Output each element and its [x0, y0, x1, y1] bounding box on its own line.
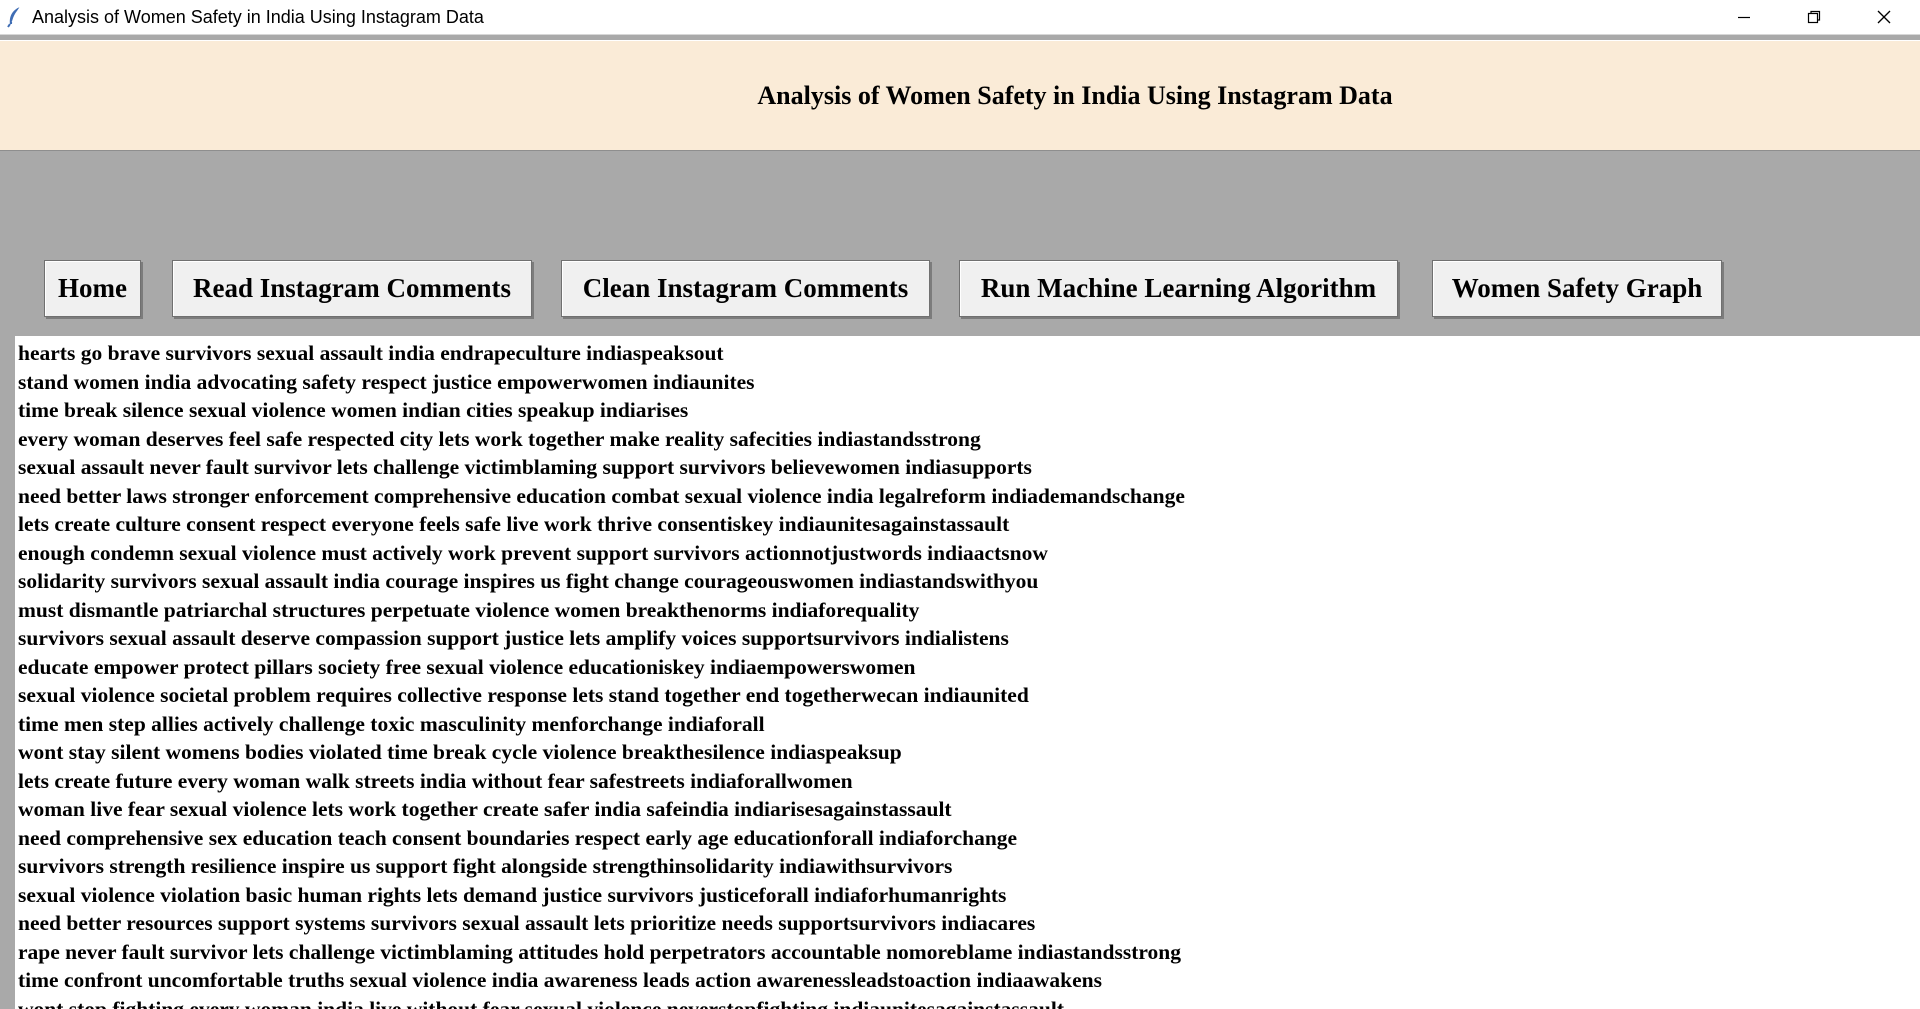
feather-icon [6, 6, 24, 28]
title-bar: Analysis of Women Safety in India Using … [0, 0, 1920, 35]
page-title: Analysis of Women Safety in India Using … [757, 81, 1393, 110]
comment-line: stand women india advocating safety resp… [18, 369, 755, 394]
restore-icon [1807, 10, 1821, 24]
comment-line: enough condemn sexual violence must acti… [18, 540, 1048, 565]
window-title: Analysis of Women Safety in India Using … [32, 7, 484, 27]
comment-line: lets create future every woman walk stre… [18, 768, 853, 793]
restore-button[interactable] [1779, 0, 1849, 34]
comment-line: wont stay silent womens bodies violated … [18, 740, 902, 764]
run-machine-learning-algorithm-button[interactable]: Run Machine Learning Algorithm [959, 260, 1398, 317]
comment-line: must dismantle patriarchal structures pe… [18, 597, 920, 622]
comment-line: survivors strength resilience inspire us… [18, 854, 953, 878]
comment-line: rape never fault survivor lets challenge… [18, 939, 1181, 964]
comment-line: wont stop fighting every woman india liv… [18, 996, 1064, 1009]
comment-line: every woman deserves feel safe respected… [18, 426, 981, 451]
comment-line: time confront uncomfortable truths sexua… [18, 968, 1102, 992]
close-icon [1877, 10, 1891, 24]
comment-line: lets create culture consent respect ever… [18, 512, 1010, 536]
comment-line: sexual assault never fault survivor lets… [18, 455, 1032, 479]
read-instagram-comments-button[interactable]: Read Instagram Comments [172, 260, 532, 317]
comment-line: time men step allies actively challenge … [18, 711, 765, 736]
women-safety-graph-button[interactable]: Women Safety Graph [1432, 260, 1722, 317]
home-button[interactable]: Home [44, 260, 141, 317]
close-button[interactable] [1849, 0, 1919, 34]
comment-line: time break silence sexual violence women… [18, 398, 689, 422]
comment-line: woman live fear sexual violence lets wor… [18, 797, 952, 821]
comment-line: sexual violence violation basic human ri… [18, 882, 1007, 907]
comment-line: hearts go brave survivors sexual assault… [18, 341, 724, 365]
header-panel: Analysis of Women Safety in India Using … [0, 40, 1920, 151]
minimize-icon [1738, 16, 1750, 19]
comment-line: survivors sexual assault deserve compass… [18, 626, 1009, 650]
comment-line: need better resources support systems su… [18, 911, 1036, 935]
comment-line: need comprehensive sex education teach c… [18, 825, 1018, 850]
clean-instagram-comments-button[interactable]: Clean Instagram Comments [561, 260, 930, 317]
comment-line: need better laws stronger enforcement co… [18, 483, 1185, 508]
comments-text-area[interactable]: hearts go brave survivors sexual assault… [15, 336, 1920, 1009]
minimize-button[interactable] [1709, 0, 1779, 34]
comment-line: solidarity survivors sexual assault indi… [18, 569, 1039, 593]
comment-line: educate empower protect pillars society … [18, 654, 916, 679]
comment-line: sexual violence societal problem require… [18, 683, 1029, 707]
